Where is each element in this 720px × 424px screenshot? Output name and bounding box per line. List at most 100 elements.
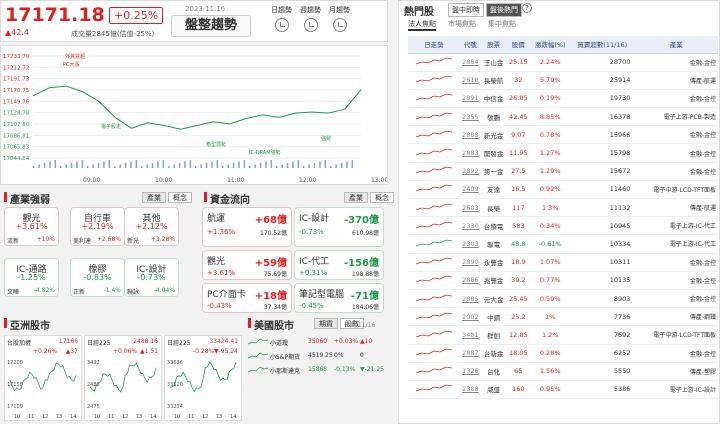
stock-name[interactable]: 長榮航	[481, 71, 507, 90]
stock-code[interactable]: 2409	[459, 180, 482, 200]
table-row[interactable]: 2603 長榮 117 1.3% 11132 傳產-航運	[408, 198, 718, 218]
help-icon[interactable]: ?	[522, 3, 532, 13]
column-header[interactable]: 股價	[506, 36, 531, 54]
stock-name[interactable]: 敬鵬	[481, 107, 507, 127]
stock-code[interactable]: 2885	[459, 289, 482, 309]
table-row[interactable]: 2355 敬鵬 42.45 8.85% 16378 電子上游-PCB-製造	[408, 107, 718, 127]
stock-code[interactable]: 2002	[459, 307, 482, 327]
stock-name[interactable]: 台新金	[481, 344, 507, 363]
table-row[interactable]: 2618 長榮航 32 5.79% 25914 傳產-航運	[408, 71, 718, 90]
table-row[interactable]: 2409 友達 16.5 0.92% 11460 電子中游-LCD-TFT面板	[408, 180, 718, 200]
industry-pct: -1.25%	[17, 273, 46, 282]
stock-code[interactable]: 2618	[459, 71, 482, 90]
us-market-row[interactable]: 小道瓊 35060 +0.03% ▲10	[248, 335, 386, 349]
column-header[interactable]: 買賣超數(11/16)	[570, 36, 635, 54]
us-market-row[interactable]: 小那斯達克 15868 -0.13% ▼-21.25	[248, 363, 386, 377]
stock-name[interactable]: 新光金	[481, 125, 507, 145]
stock-code[interactable]: 2891	[459, 89, 482, 109]
subtab-market[interactable]: 市場焦點	[448, 19, 476, 31]
table-row[interactable]: 2303 聯電 48.8 -0.61% 10334 電子上游-IC-代工	[408, 234, 718, 254]
fund-card[interactable]: IC-設計 -370億 -0.73% 610.98億	[294, 207, 384, 247]
stock-code[interactable]: 3481	[459, 325, 482, 345]
column-header[interactable]: 漲跌幅(%)	[530, 36, 571, 54]
table-row[interactable]: 2884 玉山金 25.15 2.24% 28700 金融-金控	[408, 53, 718, 72]
period-monthly[interactable]: 月趨勢	[329, 5, 350, 32]
asia-market-card[interactable]: 日經225 33424.41 -0.28% ▼-95.24 33636 33520 3…	[164, 335, 242, 421]
stock-code[interactable]: 2603	[459, 198, 482, 218]
table-row[interactable]: 2330 台積電 583 0.34% 10945 電子上游-IC-代工	[408, 216, 718, 236]
stock-name[interactable]: 台化	[481, 362, 507, 381]
table-row[interactable]: 1326 台化 65 1.56% 5550 傳產-塑膠	[408, 362, 718, 381]
stock-code[interactable]: 2892	[459, 162, 482, 181]
stock-name[interactable]: 中鋼	[481, 307, 507, 327]
column-header[interactable]: 產業	[634, 36, 718, 54]
stock-code[interactable]: 1326	[459, 362, 482, 381]
subtab-institutional[interactable]: 法人焦點	[408, 19, 436, 31]
subtab-concentrated[interactable]: 集中焦點	[488, 19, 516, 31]
stock-name[interactable]: 永豐金	[481, 253, 507, 272]
stock-code[interactable]: 2388	[459, 380, 482, 400]
stock-name[interactable]: 台積電	[481, 216, 507, 236]
fund-card[interactable]: IC-代工 -156億 +0.31% 198.88億	[294, 250, 384, 280]
stock-name[interactable]: 中信金	[481, 89, 507, 109]
industry-card[interactable]: IC-通路 -1.25% 文曄 -4.82%	[4, 258, 59, 297]
industry-card[interactable]: IC-設計 -0.73% 聯詠 -4.04%	[124, 258, 179, 297]
stock-name[interactable]: 友達	[481, 180, 507, 200]
tab-concept[interactable]: 概念	[168, 192, 192, 203]
fund-flow: -156億	[343, 258, 379, 269]
industry-card[interactable]: 其他 +2.12% 新光 +3.28%	[124, 207, 179, 246]
table-row[interactable]: 2890 永豐金 18.9 1.07% 10311 金融-金控	[408, 253, 718, 272]
stock-code[interactable]: 2888	[459, 125, 482, 145]
table-row[interactable]: 2002 中鋼 25.2 1% 7736 傳產-鋼鐵	[408, 307, 718, 327]
table-row[interactable]: 2892 第一金 27.5 1.29% 15672 金融-金控	[408, 162, 718, 181]
fund-card[interactable]: 航運 +68億 +1.36% 170.52億	[202, 207, 292, 247]
tab-industry[interactable]: 產業	[142, 192, 166, 203]
industry-card[interactable]: 橡膠 -0.83% 正新 -1.4%	[70, 258, 125, 297]
table-row[interactable]: 2883 開發金 11.95 1.27% 15798 金融-金控	[408, 143, 718, 163]
column-header[interactable]: 日走勢	[408, 36, 460, 54]
tab-after-hours[interactable]: 盤後熱門	[486, 3, 522, 17]
table-row[interactable]: 3481 群創 12.85 1.2% 7692 電子中游-LCD-TFT面板	[408, 325, 718, 345]
stock-code[interactable]: 2887	[459, 344, 482, 363]
stock-code[interactable]: 2303	[459, 234, 482, 254]
tab-fund-concept[interactable]: 概念	[370, 192, 394, 203]
stock-name[interactable]: 群創	[481, 325, 507, 345]
trend-button[interactable]: 盤整趨勢	[171, 15, 251, 37]
stock-name[interactable]: 元大金	[481, 289, 507, 309]
us-market-row[interactable]: 小S&P期貨 4519.25 0% 0	[248, 349, 386, 363]
column-header[interactable]: 股票	[481, 36, 507, 54]
stock-name[interactable]: 威盛	[481, 380, 507, 400]
stock-code[interactable]: 2883	[459, 143, 482, 163]
stock-code[interactable]: 2330	[459, 216, 482, 236]
stock-name[interactable]: 長榮	[481, 198, 507, 218]
column-header[interactable]: 代號	[459, 36, 482, 54]
table-row[interactable]: 2885 元大金 25.45 0.59% 8903 金融-金控	[408, 289, 718, 309]
stock-name[interactable]: 兆豐金	[481, 271, 507, 290]
tab-intraday[interactable]: 盤中即時	[448, 3, 484, 17]
fund-card[interactable]: PC介面卡 +18億 -0.43% 37.34億	[202, 283, 292, 313]
table-row[interactable]: 2388 威盛 160 0.95% 5386 電子上游-IC-設計	[408, 380, 718, 400]
period-daily[interactable]: 日趨勢	[271, 5, 292, 32]
stock-name[interactable]: 第一金	[481, 162, 507, 181]
period-weekly[interactable]: 週趨勢	[300, 5, 321, 32]
industry-card[interactable]: 自行車 +2.19% 美利達 +2.68%	[70, 207, 125, 246]
industry-card[interactable]: 觀光 +3.61% 流新 +10%	[4, 207, 59, 246]
fund-name: IC-設計	[299, 214, 330, 224]
fund-card[interactable]: 筆記型電腦 -71億 -0.45% 184.06億	[294, 283, 384, 313]
stock-code[interactable]: 2890	[459, 253, 482, 272]
table-row[interactable]: 2891 中信金 26.85 0.19% 19730 金融-金控	[408, 89, 718, 109]
stock-code[interactable]: 2355	[459, 107, 482, 127]
tab-fund-industry[interactable]: 產業	[344, 192, 368, 203]
table-row[interactable]: 2887 台新金 18.05 0.28% 6252 金融-金控	[408, 344, 718, 363]
stock-name[interactable]: 開發金	[481, 143, 507, 163]
table-row[interactable]: 2888 新光金 9.07 0.78% 15966 金融-金控	[408, 125, 718, 145]
fund-card[interactable]: 觀光 +59億 +3.61% 75.69億	[202, 250, 292, 280]
table-row[interactable]: 2886 兆豐金 39.2 0.77% 10135 金融-金控	[408, 271, 718, 290]
stock-code[interactable]: 2884	[459, 53, 482, 72]
asia-market-card[interactable]: 台股加權 17166 +0.26% ▲37 17208 17158 17109 10 11…	[4, 335, 82, 421]
stock-code[interactable]: 2886	[459, 271, 482, 290]
tab-futures[interactable]: 期貨	[314, 318, 338, 329]
stock-name[interactable]: 玉山金	[481, 53, 507, 72]
asia-market-card[interactable]: 日經225 2488.16 +0.06% ▲1.51 3492 2488 2475 10…	[84, 335, 162, 421]
stock-name[interactable]: 聯電	[481, 234, 507, 254]
